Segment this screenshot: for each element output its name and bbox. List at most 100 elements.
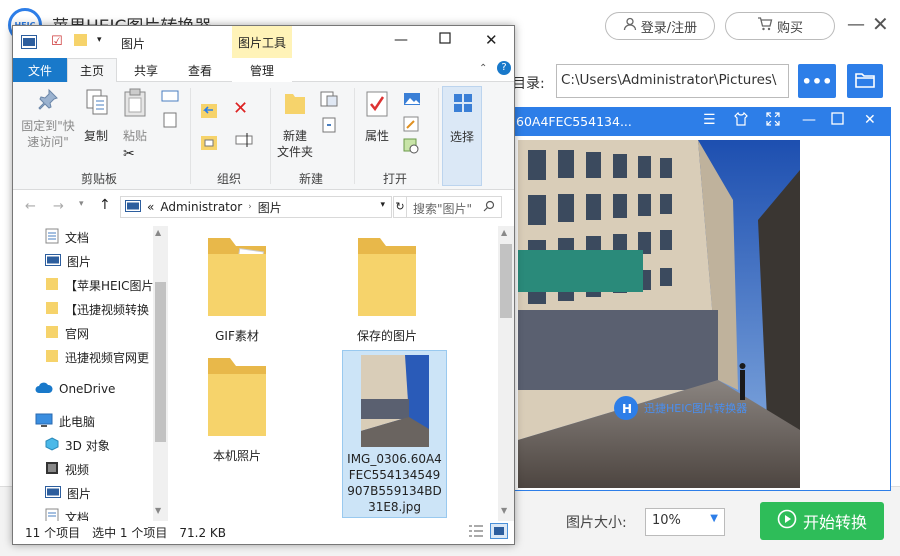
file-item-folder[interactable]: 保存的图片: [327, 236, 447, 344]
recent-chevron-icon[interactable]: ▾: [79, 199, 84, 209]
tab-share[interactable]: 共享: [123, 58, 169, 82]
new-folder-button[interactable]: 新建 文件夹: [273, 86, 317, 166]
properties-label: 属性: [364, 129, 389, 143]
files-scrollbar[interactable]: ▲ ▼: [498, 226, 514, 521]
ribbon-tabs: 文件 主页 共享 查看 管理 ⌃ ?: [13, 58, 514, 82]
viewer-title: 60A4FEC554134...: [516, 114, 632, 129]
paste-shortcut-icon[interactable]: [163, 112, 177, 131]
file-item-folder[interactable]: GIF素材: [177, 236, 297, 344]
scroll-up-icon[interactable]: ▲: [155, 228, 161, 237]
chevron-right-icon: ›: [248, 202, 252, 212]
folder-qat-icon[interactable]: [73, 32, 89, 51]
details-view-icon[interactable]: [468, 524, 484, 541]
properties-qat-icon[interactable]: ☑: [51, 34, 63, 49]
chevron-up-icon[interactable]: ⌃: [479, 63, 487, 74]
nav-item-onedrive[interactable]: OneDrive: [35, 377, 168, 401]
delete-icon[interactable]: ✕: [233, 98, 248, 119]
output-dir-input[interactable]: C:\Users\Administrator\Pictures\: [556, 64, 789, 98]
open-icon[interactable]: [403, 92, 421, 109]
forward-arrow-icon[interactable]: →: [53, 199, 64, 214]
nav-item-pictures[interactable]: 图片 ✦: [45, 249, 168, 273]
folder-icon: [45, 349, 59, 366]
file-name: 本机照片: [212, 449, 261, 463]
move-to-icon[interactable]: [199, 100, 221, 123]
search-placeholder: 搜索"图片": [413, 202, 473, 216]
viewer-watermark: 迅捷HEIC图片转换器: [644, 401, 747, 415]
pin-quick-access-button[interactable]: 固定到"快 速访问": [17, 86, 79, 166]
nav-label: 视频: [65, 462, 90, 477]
search-input[interactable]: 搜索"图片": [406, 196, 502, 218]
file-item-folder[interactable]: 本机照片: [177, 356, 297, 464]
cut-icon[interactable]: ✂: [123, 146, 135, 162]
copy-to-icon[interactable]: [199, 132, 221, 155]
scroll-down-icon[interactable]: ▼: [155, 506, 161, 515]
copy-path-icon[interactable]: [161, 90, 179, 105]
properties-button[interactable]: 属性: [357, 86, 397, 166]
close-icon[interactable]: ✕: [864, 112, 876, 128]
back-arrow-icon[interactable]: ←: [25, 199, 36, 214]
menu-icon[interactable]: ☰: [703, 112, 716, 128]
nav-item-videos[interactable]: 视频: [45, 457, 168, 481]
nav-item-3d-objects[interactable]: 3D 对象: [45, 433, 168, 457]
nav-label: 迅捷视频官网更: [65, 350, 150, 365]
image-thumbnail: [360, 355, 429, 447]
nav-scrollbar[interactable]: ▲ ▼: [153, 226, 168, 521]
files-scroll-thumb[interactable]: [500, 244, 512, 318]
minimize-icon[interactable]: —: [802, 112, 816, 128]
nav-item-folder[interactable]: 迅捷视频官网更: [45, 345, 168, 369]
large-icons-view-icon[interactable]: [490, 523, 508, 539]
skin-icon[interactable]: [734, 111, 748, 130]
refresh-icon[interactable]: ↻: [393, 196, 407, 218]
buy-button[interactable]: 购买: [725, 12, 835, 40]
nav-item-pictures[interactable]: 图片: [45, 481, 168, 505]
start-convert-label: 开始转换: [802, 513, 867, 532]
maximize-icon[interactable]: [439, 32, 451, 47]
history-icon[interactable]: [403, 138, 419, 157]
scroll-down-icon[interactable]: ▼: [501, 506, 507, 515]
breadcrumb-administrator[interactable]: Administrator: [160, 200, 242, 214]
up-arrow-icon[interactable]: ↑: [99, 197, 111, 213]
play-icon: [777, 509, 797, 533]
breadcrumb-prefix: «: [147, 200, 155, 214]
tab-home[interactable]: 主页: [67, 58, 117, 82]
maximize-icon[interactable]: [831, 112, 844, 129]
nav-item-folder[interactable]: 官网: [45, 321, 168, 345]
output-dir-label: 目录:: [512, 76, 545, 92]
nav-item-this-pc[interactable]: 此电脑: [35, 409, 168, 433]
folder-icon: [45, 277, 59, 294]
nav-item-folder[interactable]: 【苹果HEIC图片: [45, 273, 168, 297]
scroll-up-icon[interactable]: ▲: [501, 228, 507, 237]
start-convert-button[interactable]: 开始转换: [760, 502, 884, 540]
nav-scroll-thumb[interactable]: [155, 282, 166, 442]
qat-dropdown-icon[interactable]: ▾: [97, 35, 102, 45]
nav-item-documents[interactable]: 文档 ✦: [45, 225, 168, 249]
copy-button[interactable]: 复制: [79, 86, 113, 146]
image-size-select[interactable]: 10% ▼: [645, 508, 725, 536]
copy-icon: [85, 88, 109, 119]
new-item-icon[interactable]: [319, 90, 339, 111]
edit-icon[interactable]: [403, 116, 419, 135]
tab-manage[interactable]: 管理: [232, 58, 292, 82]
close-icon[interactable]: ✕: [485, 31, 498, 49]
browse-more-button[interactable]: •••: [798, 64, 836, 98]
breadcrumb-pictures[interactable]: 图片: [258, 199, 282, 216]
select-button[interactable]: 选择: [442, 86, 482, 186]
app-close-icon[interactable]: ✕: [872, 12, 889, 36]
rename-icon[interactable]: [235, 132, 255, 151]
app-minimize-icon[interactable]: —: [847, 14, 865, 35]
login-button[interactable]: 登录/注册: [605, 12, 715, 40]
address-dropdown-icon[interactable]: ▾: [380, 200, 385, 210]
paste-button[interactable]: 粘贴: [117, 86, 153, 146]
address-bar[interactable]: « Administrator › 图片 ▾: [120, 196, 392, 218]
nav-item-documents[interactable]: 文档: [45, 505, 168, 521]
file-item-image-selected[interactable]: IMG_0306.60A4FEC554134549907B559134BD31E…: [342, 350, 447, 518]
new-folder-icon: [283, 90, 307, 119]
easy-access-icon[interactable]: [319, 116, 339, 137]
tab-file[interactable]: 文件: [13, 58, 67, 82]
help-icon[interactable]: ?: [497, 61, 511, 75]
fullscreen-icon[interactable]: [766, 112, 780, 130]
minimize-icon[interactable]: —: [394, 32, 408, 48]
nav-item-folder[interactable]: 【迅捷视频转换: [45, 297, 168, 321]
tab-view[interactable]: 查看: [175, 58, 225, 82]
open-folder-button[interactable]: [847, 64, 883, 98]
